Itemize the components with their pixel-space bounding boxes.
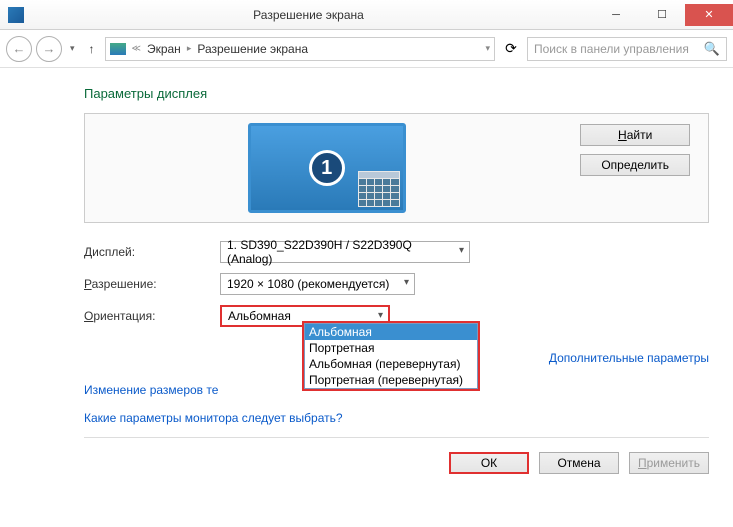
breadcrumb[interactable]: ≪ Экран ▸ Разрешение экрана ▾ bbox=[105, 37, 495, 61]
orientation-option[interactable]: Альбомная bbox=[305, 324, 477, 340]
which-monitor-link[interactable]: Какие параметры монитора следует выбрать… bbox=[84, 411, 343, 425]
detect-button[interactable]: Определить bbox=[580, 154, 690, 176]
orientation-row: Ориентация: Альбомная Альбомная Портретн… bbox=[84, 303, 709, 329]
ok-button[interactable]: ОК bbox=[449, 452, 529, 474]
breadcrumb-current[interactable]: Разрешение экрана bbox=[197, 42, 308, 56]
page-heading: Параметры дисплея bbox=[84, 86, 709, 101]
chevron-right-icon: ▸ bbox=[187, 43, 192, 54]
minimize-button[interactable]: ─ bbox=[593, 4, 639, 26]
orientation-dropdown: Альбомная Портретная Альбомная (переверн… bbox=[304, 323, 478, 389]
monitor-panel: 1 Найти Определить bbox=[84, 113, 709, 223]
app-icon bbox=[8, 7, 24, 23]
refresh-button[interactable]: ⟳ bbox=[499, 37, 523, 61]
content-area: Параметры дисплея 1 Найти Определить Дис… bbox=[0, 86, 733, 488]
search-icon: 🔍 bbox=[704, 41, 720, 57]
close-button[interactable]: ✕ bbox=[685, 4, 733, 26]
maximize-button[interactable]: ☐ bbox=[639, 4, 685, 26]
chevron-down-icon[interactable]: ▾ bbox=[485, 43, 490, 54]
window-title: Разрешение экрана bbox=[24, 8, 593, 22]
breadcrumb-sep-icon: ≪ bbox=[132, 43, 141, 54]
dialog-footer: ОК Отмена Применить bbox=[84, 437, 709, 474]
display-select[interactable]: 1. SD390_S22D390H / S22D390Q (Analog) bbox=[220, 241, 470, 263]
display-row: Дисплей: 1. SD390_S22D390H / S22D390Q (A… bbox=[84, 239, 709, 265]
monitor-preview[interactable]: 1 bbox=[248, 123, 406, 213]
text-size-link[interactable]: Изменение размеров те bbox=[84, 383, 218, 397]
orientation-label: Ориентация: bbox=[84, 309, 220, 323]
identify-icon bbox=[358, 171, 400, 207]
orientation-option[interactable]: Альбомная (перевернутая) bbox=[305, 356, 477, 372]
find-button[interactable]: Найти bbox=[580, 124, 690, 146]
resolution-label: Разрешение: bbox=[84, 277, 220, 291]
orientation-option[interactable]: Портретная (перевернутая) bbox=[305, 372, 477, 388]
advanced-settings-link[interactable]: Дополнительные параметры bbox=[549, 351, 709, 365]
orientation-option[interactable]: Портретная bbox=[305, 340, 477, 356]
back-button[interactable]: ← bbox=[6, 36, 32, 62]
search-input[interactable]: Поиск в панели управления 🔍 bbox=[527, 37, 727, 61]
cancel-button[interactable]: Отмена bbox=[539, 452, 619, 474]
resolution-select[interactable]: 1920 × 1080 (рекомендуется) bbox=[220, 273, 415, 295]
breadcrumb-root[interactable]: Экран bbox=[147, 42, 181, 56]
navbar: ← → ▾ ↑ ≪ Экран ▸ Разрешение экрана ▾ ⟳ … bbox=[0, 30, 733, 68]
resolution-row: Разрешение: 1920 × 1080 (рекомендуется) bbox=[84, 271, 709, 297]
apply-button: Применить bbox=[629, 452, 709, 474]
display-label: Дисплей: bbox=[84, 245, 220, 259]
monitor-number: 1 bbox=[309, 150, 345, 186]
titlebar: Разрешение экрана ─ ☐ ✕ bbox=[0, 0, 733, 30]
history-dropdown[interactable]: ▾ bbox=[66, 43, 79, 54]
control-panel-icon bbox=[110, 43, 126, 55]
up-button[interactable]: ↑ bbox=[83, 42, 101, 56]
search-placeholder: Поиск в панели управления bbox=[534, 42, 689, 56]
forward-button[interactable]: → bbox=[36, 36, 62, 62]
